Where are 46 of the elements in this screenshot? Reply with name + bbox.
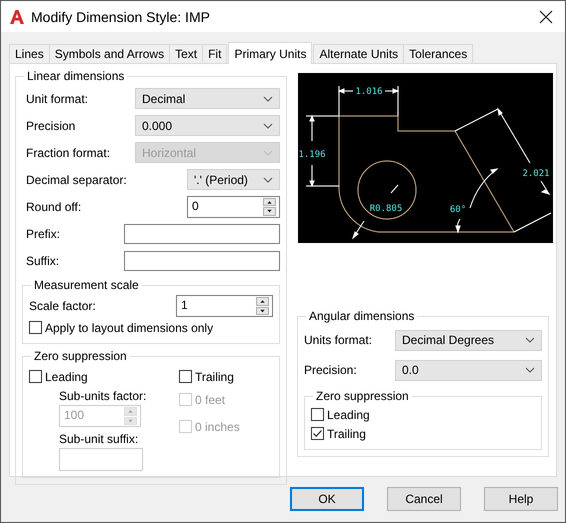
group-title: Zero suppression bbox=[33, 349, 128, 363]
group-title: Linear dimensions bbox=[26, 69, 126, 83]
tab[interactable]: Symbols and Arrows bbox=[48, 44, 170, 63]
field-label: Suffix: bbox=[25, 254, 60, 268]
group-title: Zero suppression bbox=[315, 389, 410, 403]
dimension-label: R0.805 bbox=[370, 204, 402, 214]
field-label: Units format: bbox=[304, 333, 374, 347]
dimension-label: 60° bbox=[450, 205, 466, 215]
field-label: Round off: bbox=[25, 200, 82, 214]
dialog-button[interactable]: Help bbox=[484, 487, 558, 511]
spinner-field[interactable]: 1 bbox=[176, 295, 273, 317]
checkbox-label: Apply to layout dimensions only bbox=[45, 320, 214, 334]
tab[interactable]: Fit bbox=[202, 44, 228, 63]
field-label: Precision bbox=[25, 118, 76, 132]
tab[interactable]: Tolerances bbox=[403, 44, 474, 63]
dialog-button[interactable]: Cancel bbox=[387, 487, 461, 511]
dimension-label: 1.016 bbox=[355, 87, 383, 97]
dimension-label: 1.196 bbox=[298, 150, 326, 160]
dimension-label: 2.021 bbox=[522, 169, 550, 179]
field-label: Prefix: bbox=[25, 226, 62, 240]
field-label: Sub-units factor: bbox=[59, 389, 148, 403]
field-label: Scale factor: bbox=[29, 299, 97, 313]
field-label: Decimal separator: bbox=[25, 172, 128, 186]
checkbox-label: Trailing bbox=[327, 426, 366, 440]
group-title: Measurement scale bbox=[33, 278, 140, 292]
tab[interactable]: Primary Units bbox=[228, 42, 312, 64]
checkbox-label: 0 feet bbox=[195, 392, 226, 406]
tab[interactable]: Lines bbox=[9, 44, 50, 63]
checkbox-label: 0 inches bbox=[195, 420, 240, 434]
group-title: Angular dimensions bbox=[308, 309, 416, 323]
dialog-button[interactable]: OK bbox=[290, 487, 364, 511]
field-label: Unit format: bbox=[25, 92, 90, 106]
field-label: Precision: bbox=[304, 363, 358, 377]
checkbox-label: Leading bbox=[327, 408, 370, 422]
window-title: Modify Dimension Style: IMP bbox=[31, 8, 211, 24]
dropdown[interactable]: '.' (Period) bbox=[187, 169, 280, 190]
dropdown[interactable]: 0.000 bbox=[135, 115, 280, 136]
dropdown[interactable]: Decimal bbox=[135, 88, 280, 109]
spinner-field[interactable]: 0 bbox=[187, 196, 280, 218]
dropdown[interactable]: Decimal Degrees bbox=[395, 330, 542, 350]
field-label: Fraction format: bbox=[25, 146, 112, 160]
dropdown[interactable]: 0.0 bbox=[395, 360, 542, 380]
checkbox-label: Leading bbox=[45, 370, 88, 384]
checkbox-label: Trailing bbox=[195, 370, 234, 384]
field-label: Sub-unit suffix: bbox=[59, 432, 140, 446]
tab[interactable]: Alternate Units bbox=[313, 44, 404, 63]
